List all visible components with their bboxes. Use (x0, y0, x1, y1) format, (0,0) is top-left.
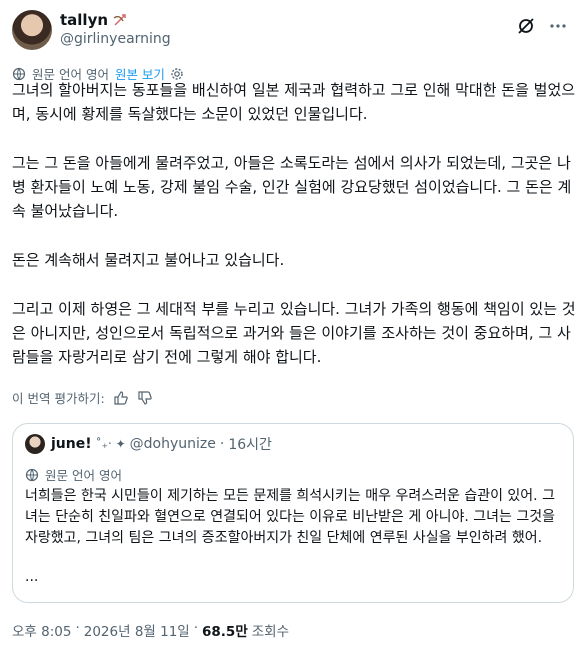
quoted-ellipsis: ... (25, 569, 39, 585)
quoted-timestamp: 16시간 (228, 437, 272, 453)
bow-arrow-icon (113, 14, 126, 26)
quoted-name-decoration: ˚₊‧ ✦ (95, 437, 126, 451)
rate-translation-row: 이 번역 평가하기: (12, 388, 153, 407)
quoted-handle: @dohyunize (129, 436, 216, 452)
views-count: 68.5만 (202, 624, 248, 640)
views-label: 조회수 (251, 624, 290, 640)
quoted-translation-label: 원문 언어 영어 (45, 468, 122, 483)
grok-icon[interactable] (516, 16, 536, 36)
quoted-tweet-header: june! ˚₊‧ ✦ @dohyunize · 16시간 (25, 434, 272, 454)
quoted-translation-bar: 원문 언어 영어 (25, 465, 122, 484)
tweet-paragraph: 그리고 이제 하영은 그 세대적 부를 누리고 있습니다. 그녀가 가족의 행동… (12, 299, 576, 367)
quoted-display-name: june! (51, 436, 92, 452)
thumbs-up-icon[interactable] (113, 390, 129, 406)
tweet-body: 그녀의 할아버지는 동포들을 배신하여 일본 제국과 협력하고 그로 인해 막대… (12, 78, 576, 370)
quoted-tweet-text: 너희들은 한국 시민들이 제기하는 모든 문제를 희석시키는 매우 우려스러운 … (25, 488, 555, 546)
author-handle[interactable]: @girlinyearning (60, 31, 171, 47)
post-time[interactable]: 오후 8:05 (12, 620, 71, 640)
rate-translation-label: 이 번역 평가하기: (12, 391, 105, 406)
separator-dot: · (75, 620, 80, 636)
tweet-meta: 오후 8:05 · 2026년 8월 11일 · 68.5만 조회수 (12, 620, 289, 640)
tweet-header: tallyn @girlinyearning (12, 10, 574, 54)
tweet-paragraph: 그녀의 할아버지는 동포들을 배신하여 일본 제국과 협력하고 그로 인해 막대… (12, 81, 576, 124)
separator-dot: · (193, 620, 199, 636)
author-name-row: tallyn (60, 11, 128, 29)
quoted-avatar (25, 434, 45, 454)
globe-icon (25, 468, 39, 481)
tweet-paragraph: 그는 그 돈을 아들에게 물려주었고, 아들은 소록도라는 섬에서 의사가 되었… (12, 153, 572, 221)
tweet-paragraph: 돈은 계속해서 물려지고 불어나고 있습니다. (12, 251, 285, 270)
separator-dot: · (219, 436, 225, 452)
post-date[interactable]: 2026년 8월 11일 (84, 620, 190, 640)
more-icon[interactable] (548, 16, 568, 36)
author-display-name[interactable]: tallyn (60, 11, 108, 29)
quoted-tweet[interactable]: june! ˚₊‧ ✦ @dohyunize · 16시간 원문 언어 영어 너… (12, 423, 574, 603)
avatar[interactable] (12, 10, 52, 50)
thumbs-down-icon[interactable] (137, 390, 153, 406)
